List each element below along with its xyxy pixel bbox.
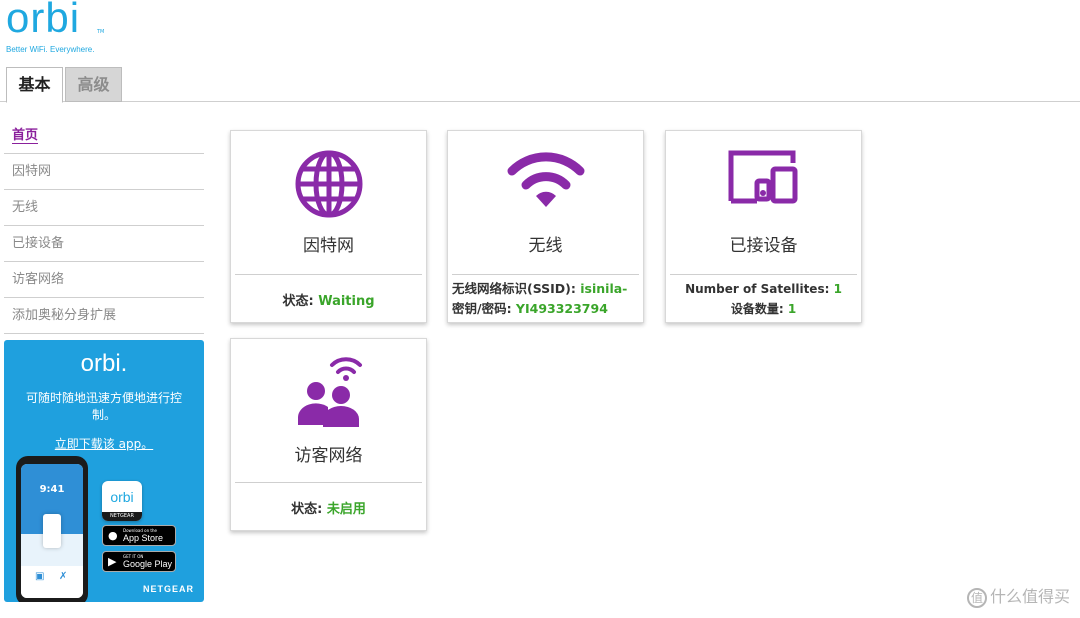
tab-basic[interactable]: 基本 [6,67,63,103]
google-play-icon: ▶ [108,555,117,568]
satellites-label: Number of Satellites: [685,282,834,296]
card-title: 无线 [528,236,563,256]
app-icon-brand: NETGEAR [102,512,142,521]
device-count-row: 设备数量: 1 [666,299,861,319]
promo-text: 可随时随地迅速方便地进行控制。 [25,391,182,422]
phone-time: 9:41 [39,484,65,495]
status-label: 状态: [282,294,319,309]
devices-icon [666,149,861,221]
internet-status: 状态: Waiting [231,290,426,309]
globe-icon [231,149,426,221]
sidebar-item-add-satellite[interactable]: 添加奥秘分身扩展 [4,298,204,334]
tools-icon: ✗ [59,571,68,582]
device-count-label: 设备数量: [730,302,788,316]
watermark-icon: 值 [966,587,987,608]
phone-nav-bar: ▣ ✗ [21,566,83,598]
guest-status: 状态: 未启用 [231,498,426,517]
sidebar-item-label: 首页 [12,128,39,144]
google-play-text: Google Play [123,559,173,569]
ssid-row: 无线网络标识(SSID): isinila- [452,279,639,299]
ssid-label: 无线网络标识(SSID): [452,281,581,296]
ssid-value: isinila- [580,281,628,296]
orbi-logo: orbi TM Better WiFi. Everywhere. [6,0,116,58]
guest-network-card[interactable]: 访客网络 状态: 未启用 [230,338,427,531]
netgear-logo: NETGEAR [142,584,194,594]
sidebar-nav: 首页 因特网 无线 已接设备 访客网络 添加奥秘分身扩展 [4,118,204,334]
google-play-button[interactable]: ▶ GET IT ON Google Play [102,551,176,572]
divider [235,482,422,483]
device-count-value: 1 [787,302,797,316]
status-label: 状态: [291,502,327,517]
router-icon: ▣ [35,571,45,582]
app-promo-banner: orbi. 可随时随地迅速方便地进行控制。 立即下载该 app。 9:41 ▣ … [4,340,204,602]
watermark: 值什么值得买 [966,583,1070,608]
apple-icon: ● [108,529,118,542]
sidebar-item-internet[interactable]: 因特网 [4,154,204,190]
card-title: 因特网 [303,236,354,256]
key-row: 密钥/密码: YI493323794 [452,299,639,319]
phone-screen: 9:41 ▣ ✗ [21,464,83,598]
key-value: YI493323794 [515,301,608,316]
attached-devices-card[interactable]: 已接设备 Number of Satellites: 1 设备数量: 1 [665,130,862,323]
sidebar-item-guest-network[interactable]: 访客网络 [4,262,204,298]
wireless-card[interactable]: 无线 无线网络标识(SSID): isinila- 密钥/密码: YI49332… [447,130,644,323]
router-device-image [43,514,61,548]
divider [670,274,857,275]
download-app-link[interactable]: 立即下载该 app。 [4,435,204,452]
devices-details: Number of Satellites: 1 设备数量: 1 [666,279,861,319]
key-label: 密钥/密码: [452,301,516,316]
sidebar-item-home[interactable]: 首页 [4,118,204,154]
phone-image: 9:41 ▣ ✗ [16,456,88,602]
app-store-text: App Store [123,533,164,543]
internet-card[interactable]: 因特网 状态: Waiting [230,130,427,323]
satellites-row: Number of Satellites: 1 [666,279,861,299]
wireless-details: 无线网络标识(SSID): isinila- 密钥/密码: YI49332379… [452,279,639,319]
sidebar-item-attached-devices[interactable]: 已接设备 [4,226,204,262]
logo-tagline: Better WiFi. Everywhere. [6,45,95,54]
status-value: 未启用 [326,502,366,517]
top-tabs: 基本 高级 [0,67,1080,103]
divider [235,274,422,275]
logo-wordmark: orbi [6,0,81,41]
app-store-button[interactable]: ● Download on the App Store [102,525,176,546]
promo-logo: orbi. [80,350,128,377]
satellites-value: 1 [833,282,842,296]
tab-advanced[interactable]: 高级 [65,67,122,102]
card-title: 访客网络 [294,446,363,466]
divider [452,274,639,275]
app-icon-wordmark: orbi [110,489,134,505]
guest-network-icon [231,357,426,429]
watermark-text: 什么值得买 [989,587,1070,606]
wifi-icon [448,149,643,221]
logo-tm: TM [97,29,105,35]
sidebar-item-wireless[interactable]: 无线 [4,190,204,226]
orbi-app-icon: orbi NETGEAR [102,481,142,521]
card-title: 已接设备 [729,236,798,256]
status-value: Waiting [318,294,375,309]
